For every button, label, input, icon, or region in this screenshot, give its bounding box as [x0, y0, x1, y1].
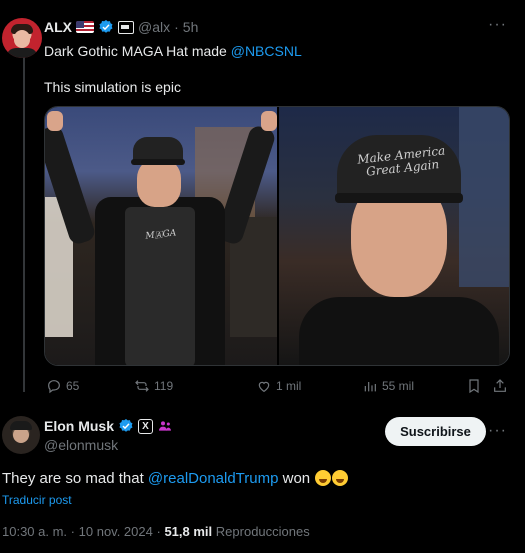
main-tweet-header: Elon Musk X	[44, 418, 173, 434]
verified-badge-icon	[119, 419, 133, 432]
post-time[interactable]: 5h	[183, 19, 199, 35]
repost-icon	[135, 380, 149, 392]
x-affiliate-badge: X	[138, 418, 154, 434]
post-time[interactable]: 10:30 a. m.	[2, 524, 67, 539]
separator-dot: ·	[70, 524, 76, 539]
author-handle[interactable]: @alx	[138, 19, 170, 35]
views-button[interactable]: 55 mil	[362, 378, 414, 394]
views-count: 51,8 mil	[164, 524, 213, 539]
bookmark-button[interactable]	[466, 378, 482, 394]
more-options-icon[interactable]: ···	[488, 16, 507, 34]
media-image-right[interactable]: Make America Great Again	[279, 107, 509, 365]
media-image-left[interactable]: M🇦GA	[45, 107, 277, 365]
share-icon	[494, 379, 506, 392]
post-metadata: 10:30 a. m. · 10 nov. 2024 · 51,8 mil Re…	[2, 524, 310, 539]
bookmark-icon	[469, 379, 479, 394]
author-name[interactable]: Elon Musk	[44, 418, 114, 434]
repost-count: 119	[154, 379, 174, 393]
separator-dot: ·	[174, 19, 179, 35]
alx-avatar[interactable]	[2, 18, 42, 58]
thread-connector-line	[23, 52, 25, 392]
views-label: Reproducciones	[215, 524, 310, 539]
quoted-tweet-header: ALX @alx · 5h	[44, 18, 198, 36]
tweet-text-prefix: Dark Gothic MAGA Hat made	[44, 43, 231, 59]
subscribe-button[interactable]: Suscribirse	[385, 417, 486, 446]
views-chart-icon	[364, 382, 376, 392]
affiliate-badge-icon	[118, 20, 134, 34]
reply-count: 65	[66, 379, 80, 393]
rofl-emoji-icon	[315, 470, 332, 486]
quoted-tweet-text: Dark Gothic MAGA Hat made @NBCSNL This s…	[44, 42, 302, 95]
rofl-emoji-icon	[332, 470, 349, 486]
us-flag-icon	[76, 21, 94, 33]
views-count: 55 mil	[382, 379, 415, 393]
mention-link[interactable]: @NBCSNL	[231, 43, 302, 59]
reply-icon	[48, 380, 60, 394]
author-handle[interactable]: @elonmusk	[44, 437, 118, 453]
elon-avatar[interactable]	[2, 416, 40, 454]
tweet-media[interactable]: M🇦GA Make America Great Again	[44, 106, 510, 366]
tweet-text-line2: This simulation is epic	[44, 79, 181, 95]
like-button[interactable]: 1 mil	[256, 378, 301, 394]
tweet-text-prefix: They are so mad that	[2, 470, 148, 487]
share-button[interactable]	[492, 378, 508, 394]
verified-badge-icon	[99, 20, 113, 33]
main-tweet-text: They are so mad that @realDonaldTrump wo…	[2, 470, 349, 487]
post-date[interactable]: 10 nov. 2024	[79, 524, 153, 539]
reply-button[interactable]: 65	[46, 378, 79, 394]
more-options-icon[interactable]: ···	[488, 422, 507, 440]
tweet-text-suffix: won	[278, 470, 315, 487]
repost-button[interactable]: 119	[134, 378, 173, 394]
like-count: 1 mil	[276, 379, 302, 393]
quoted-tweet-actions: 65 119 1 mil 55 mil	[44, 378, 510, 398]
author-name[interactable]: ALX	[44, 19, 72, 35]
separator-dot: ·	[156, 524, 161, 539]
translate-post-link[interactable]: Traducir post	[2, 493, 72, 507]
heart-icon	[258, 381, 270, 393]
mention-link[interactable]: @realDonaldTrump	[148, 470, 279, 487]
people-icon	[159, 421, 172, 431]
